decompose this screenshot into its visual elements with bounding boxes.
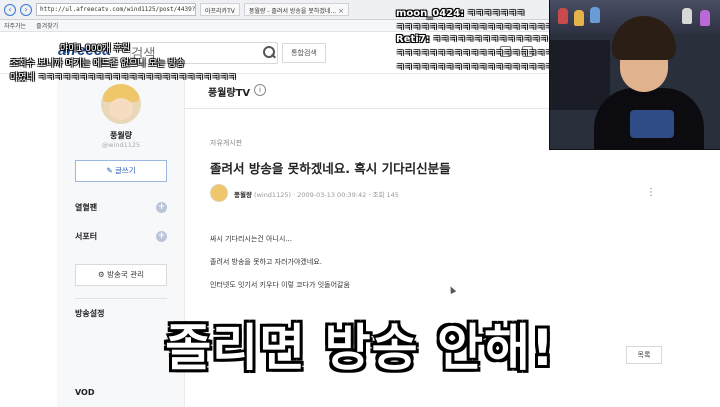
chat-text: ㅋㅋㅋㅋㅋㅋㅋ: [467, 9, 525, 19]
chat-username: moon_0424:: [396, 8, 465, 19]
forward-icon[interactable]: ›: [20, 3, 32, 16]
sidebar-item-vod[interactable]: VOD: [75, 388, 167, 400]
board-name[interactable]: 자유게시판: [210, 138, 242, 148]
chat-message: 조회수 보니까 여기는 에드존 없으니 오는 방송: [10, 59, 185, 69]
manage-station-button[interactable]: ⚙ 방송국 관리: [75, 264, 167, 286]
figure: [682, 8, 692, 24]
divider: [75, 298, 167, 299]
back-icon[interactable]: ‹: [4, 3, 16, 16]
webcam-monitor: [550, 40, 610, 110]
stream-screenshot: ‹ › http://ul.afreecatv.com/wind1125/pos…: [0, 0, 720, 407]
post-date: 2009-03-13 00:39:42: [297, 191, 367, 199]
tab-label: 아프리카TV: [205, 8, 235, 15]
more-options-icon[interactable]: ⋮: [646, 186, 656, 200]
post-title: 졸려서 방송을 못하겠네요. 혹시 기다리신분들: [210, 161, 451, 176]
profile-id: @wind1125: [101, 141, 141, 149]
post-author-id: (wind1125): [254, 191, 292, 199]
views-label: 조회: [372, 191, 385, 199]
sidebar-item-supporters[interactable]: 서포터 +: [75, 231, 167, 243]
address-bar[interactable]: http://ul.afreecatv.com/wind1125/post/44…: [36, 3, 196, 16]
post-body-line: 싸시 기다리시는건 아니시...: [210, 235, 292, 243]
chat-username: Reti7:: [396, 34, 430, 45]
sidebar-item-fans[interactable]: 열혈팬 +: [75, 202, 167, 214]
sidebar-item-label: 열혈팬: [75, 203, 98, 212]
bookmark-item[interactable]: 즐겨찾기: [36, 21, 58, 30]
figure: [574, 10, 584, 26]
author-avatar[interactable]: [210, 184, 228, 202]
figure: [558, 8, 568, 24]
avatar[interactable]: [101, 84, 141, 124]
browser-tab-active[interactable]: 풍월량 - 졸려서 방송을 못하겠네... ×: [243, 3, 349, 16]
post-author[interactable]: 풍월량: [234, 191, 252, 199]
sidebar-item-label: 서포터: [75, 232, 98, 241]
channel-title[interactable]: 풍월량TV: [208, 84, 250, 99]
search-icon[interactable]: [262, 45, 276, 59]
close-icon[interactable]: ×: [338, 7, 344, 15]
figure: [700, 10, 710, 26]
manage-label: 방송국 관리: [107, 270, 144, 279]
chat-message: moon_0424: ㅋㅋㅋㅋㅋㅋㅋ: [396, 6, 525, 19]
figure: [590, 7, 600, 23]
browser-tab[interactable]: 아프리카TV: [200, 3, 240, 16]
webcam-feed: [549, 0, 720, 150]
mouse-cursor-icon: [447, 285, 457, 294]
subtitle-caption: 졸리면 방송 안해!: [164, 318, 556, 379]
post-meta: 풍월량 (wind1125) · 2009-03-13 00:39:42 · 조…: [234, 191, 399, 199]
bookmark-item[interactable]: 자주가는: [4, 21, 26, 30]
info-icon[interactable]: i: [254, 84, 266, 96]
tab-label: 풍월량 - 졸려서 방송을 못하겠네...: [248, 8, 337, 15]
chat-message: 아였네 ㅋㅋㅋㅋㅋㅋㅋㅋㅋㅋㅋㅋㅋㅋㅋㅋㅋㅋㅋㅋㅋㅋㅋㅋ: [10, 73, 237, 83]
chat-message: Reti7: ㅋㅋㅋㅋㅋㅋㅋㅋㅋㅋㅋㅋㅋㅋㅋㅋㅋ: [396, 32, 573, 45]
divider: [185, 108, 550, 109]
profile-name: 풍월량: [109, 131, 133, 140]
views-count: 145: [386, 191, 399, 199]
write-button[interactable]: ✎ 글쓰기: [75, 160, 167, 182]
avatar-face: [109, 98, 133, 120]
post-body-line: 인터넷도 잇기서 키우다 이렇 코다가 잇돌어갈움: [210, 281, 350, 289]
unified-search-button[interactable]: 통합검색: [282, 43, 326, 63]
write-label: 글쓰기: [114, 166, 136, 175]
chat-message: 야이1 000개 후원: [60, 44, 131, 54]
plus-icon[interactable]: +: [156, 202, 167, 213]
plus-icon[interactable]: +: [156, 231, 167, 242]
shirt-print: [630, 110, 674, 138]
post-body-line: 졸려서 방송을 못하고 자러가야겠네요.: [210, 258, 322, 266]
sidebar-item-label: VOD: [75, 388, 95, 397]
